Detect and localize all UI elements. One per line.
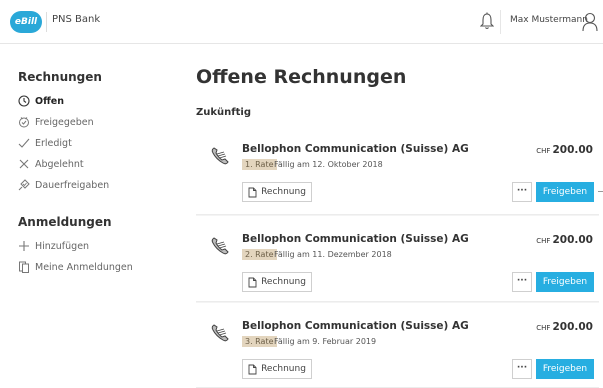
sidebar-item-abgelehnt[interactable]: Abgelehnt <box>18 156 84 172</box>
amount-value: 200.00 <box>552 144 593 156</box>
sidebar-item-label: Offen <box>35 95 64 107</box>
user-icon[interactable] <box>582 12 598 32</box>
plus-icon <box>19 241 29 251</box>
currency: CHF <box>536 324 551 332</box>
bill-amount: CHF 200.00 <box>536 144 593 156</box>
sidebar: Rechnungen Offen Freigegeben Erledigt Ab… <box>0 45 180 388</box>
invoice-button[interactable]: Rechnung <box>242 272 312 292</box>
sidebar-item-meine-anmeldungen[interactable]: Meine Anmeldungen <box>18 259 133 275</box>
phone-provider-icon <box>211 147 229 165</box>
amount-value: 200.00 <box>552 321 593 333</box>
divider <box>46 12 47 32</box>
company-name: Bellophon Communication (Suisse) AG <box>242 233 469 245</box>
ebill-logo[interactable]: eBill <box>10 11 42 33</box>
bill-amount: CHF 200.00 <box>536 234 593 246</box>
approved-icon <box>19 117 29 128</box>
bill-amount: CHF 200.00 <box>536 321 593 333</box>
invoice-button-label: Rechnung <box>261 277 306 287</box>
invoice-button[interactable]: Rechnung <box>242 182 312 202</box>
x-icon <box>19 159 29 169</box>
company-name: Bellophon Communication (Suisse) AG <box>242 143 469 155</box>
bill-card[interactable]: Bellophon Communication (Suisse) AG 1. R… <box>196 126 599 215</box>
currency: CHF <box>536 147 551 155</box>
invoice-button-label: Rechnung <box>261 187 306 197</box>
section-label: Zukünftig <box>196 107 251 118</box>
sidebar-item-label: Hinzufügen <box>35 240 90 252</box>
user-name[interactable]: Max Mustermann <box>510 15 588 25</box>
sidebar-item-label: Dauerfreigaben <box>35 179 110 191</box>
sidebar-item-label: Freigegeben <box>35 116 94 128</box>
scroll-hint <box>598 191 603 192</box>
rate-badge: 3. Rate <box>242 336 277 347</box>
bell-icon[interactable] <box>480 12 494 30</box>
invoice-button[interactable]: Rechnung <box>242 359 312 379</box>
sidebar-item-erledigt[interactable]: Erledigt <box>18 135 72 151</box>
sidebar-heading-registrations: Anmeldungen <box>18 215 112 229</box>
phone-provider-icon <box>211 237 229 255</box>
more-options-button[interactable]: ··· <box>512 359 532 379</box>
bill-list: Bellophon Communication (Suisse) AG 1. R… <box>196 126 599 388</box>
invoice-button-label: Rechnung <box>261 364 306 374</box>
company-name: Bellophon Communication (Suisse) AG <box>242 320 469 332</box>
due-date: Fällig am 9. Februar 2019 <box>274 337 377 346</box>
sidebar-item-label: Abgelehnt <box>35 158 84 170</box>
bill-card[interactable]: Bellophon Communication (Suisse) AG 3. R… <box>196 303 599 388</box>
amount-value: 200.00 <box>552 234 593 246</box>
sidebar-heading-invoices: Rechnungen <box>18 70 102 84</box>
currency: CHF <box>536 237 551 245</box>
clock-icon <box>18 95 30 107</box>
divider <box>500 10 501 34</box>
rate-badge: 1. Rate <box>242 159 277 170</box>
sidebar-item-offen[interactable]: Offen <box>18 93 64 109</box>
standing-approval-icon <box>18 179 30 191</box>
page-title: Offene Rechnungen <box>196 66 407 88</box>
sidebar-item-dauerfreigaben[interactable]: Dauerfreigaben <box>18 177 109 193</box>
approve-button[interactable]: Freigeben <box>536 359 594 379</box>
bank-name: PNS Bank <box>52 14 101 25</box>
sidebar-item-label: Meine Anmeldungen <box>35 261 133 273</box>
due-date: Fällig am 12. Oktober 2018 <box>274 160 383 169</box>
document-icon <box>248 277 257 287</box>
sidebar-item-label: Erledigt <box>35 137 72 149</box>
more-options-button[interactable]: ··· <box>512 272 532 292</box>
bill-card[interactable]: Bellophon Communication (Suisse) AG 2. R… <box>196 216 599 302</box>
sidebar-item-hinzufuegen[interactable]: Hinzufügen <box>18 238 89 254</box>
approve-button[interactable]: Freigeben <box>536 272 594 292</box>
top-bar: eBill PNS Bank Max Mustermann <box>0 0 603 44</box>
rate-badge: 2. Rate <box>242 249 277 260</box>
document-icon <box>248 364 257 374</box>
phone-provider-icon <box>211 324 229 342</box>
approve-button[interactable]: Freigeben <box>536 182 594 202</box>
documents-icon <box>19 261 29 273</box>
sidebar-item-freigegeben[interactable]: Freigegeben <box>18 114 94 130</box>
due-date: Fällig am 11. Dezember 2018 <box>274 250 392 259</box>
more-options-button[interactable]: ··· <box>512 182 532 202</box>
check-icon <box>18 138 30 148</box>
document-icon <box>248 187 257 197</box>
